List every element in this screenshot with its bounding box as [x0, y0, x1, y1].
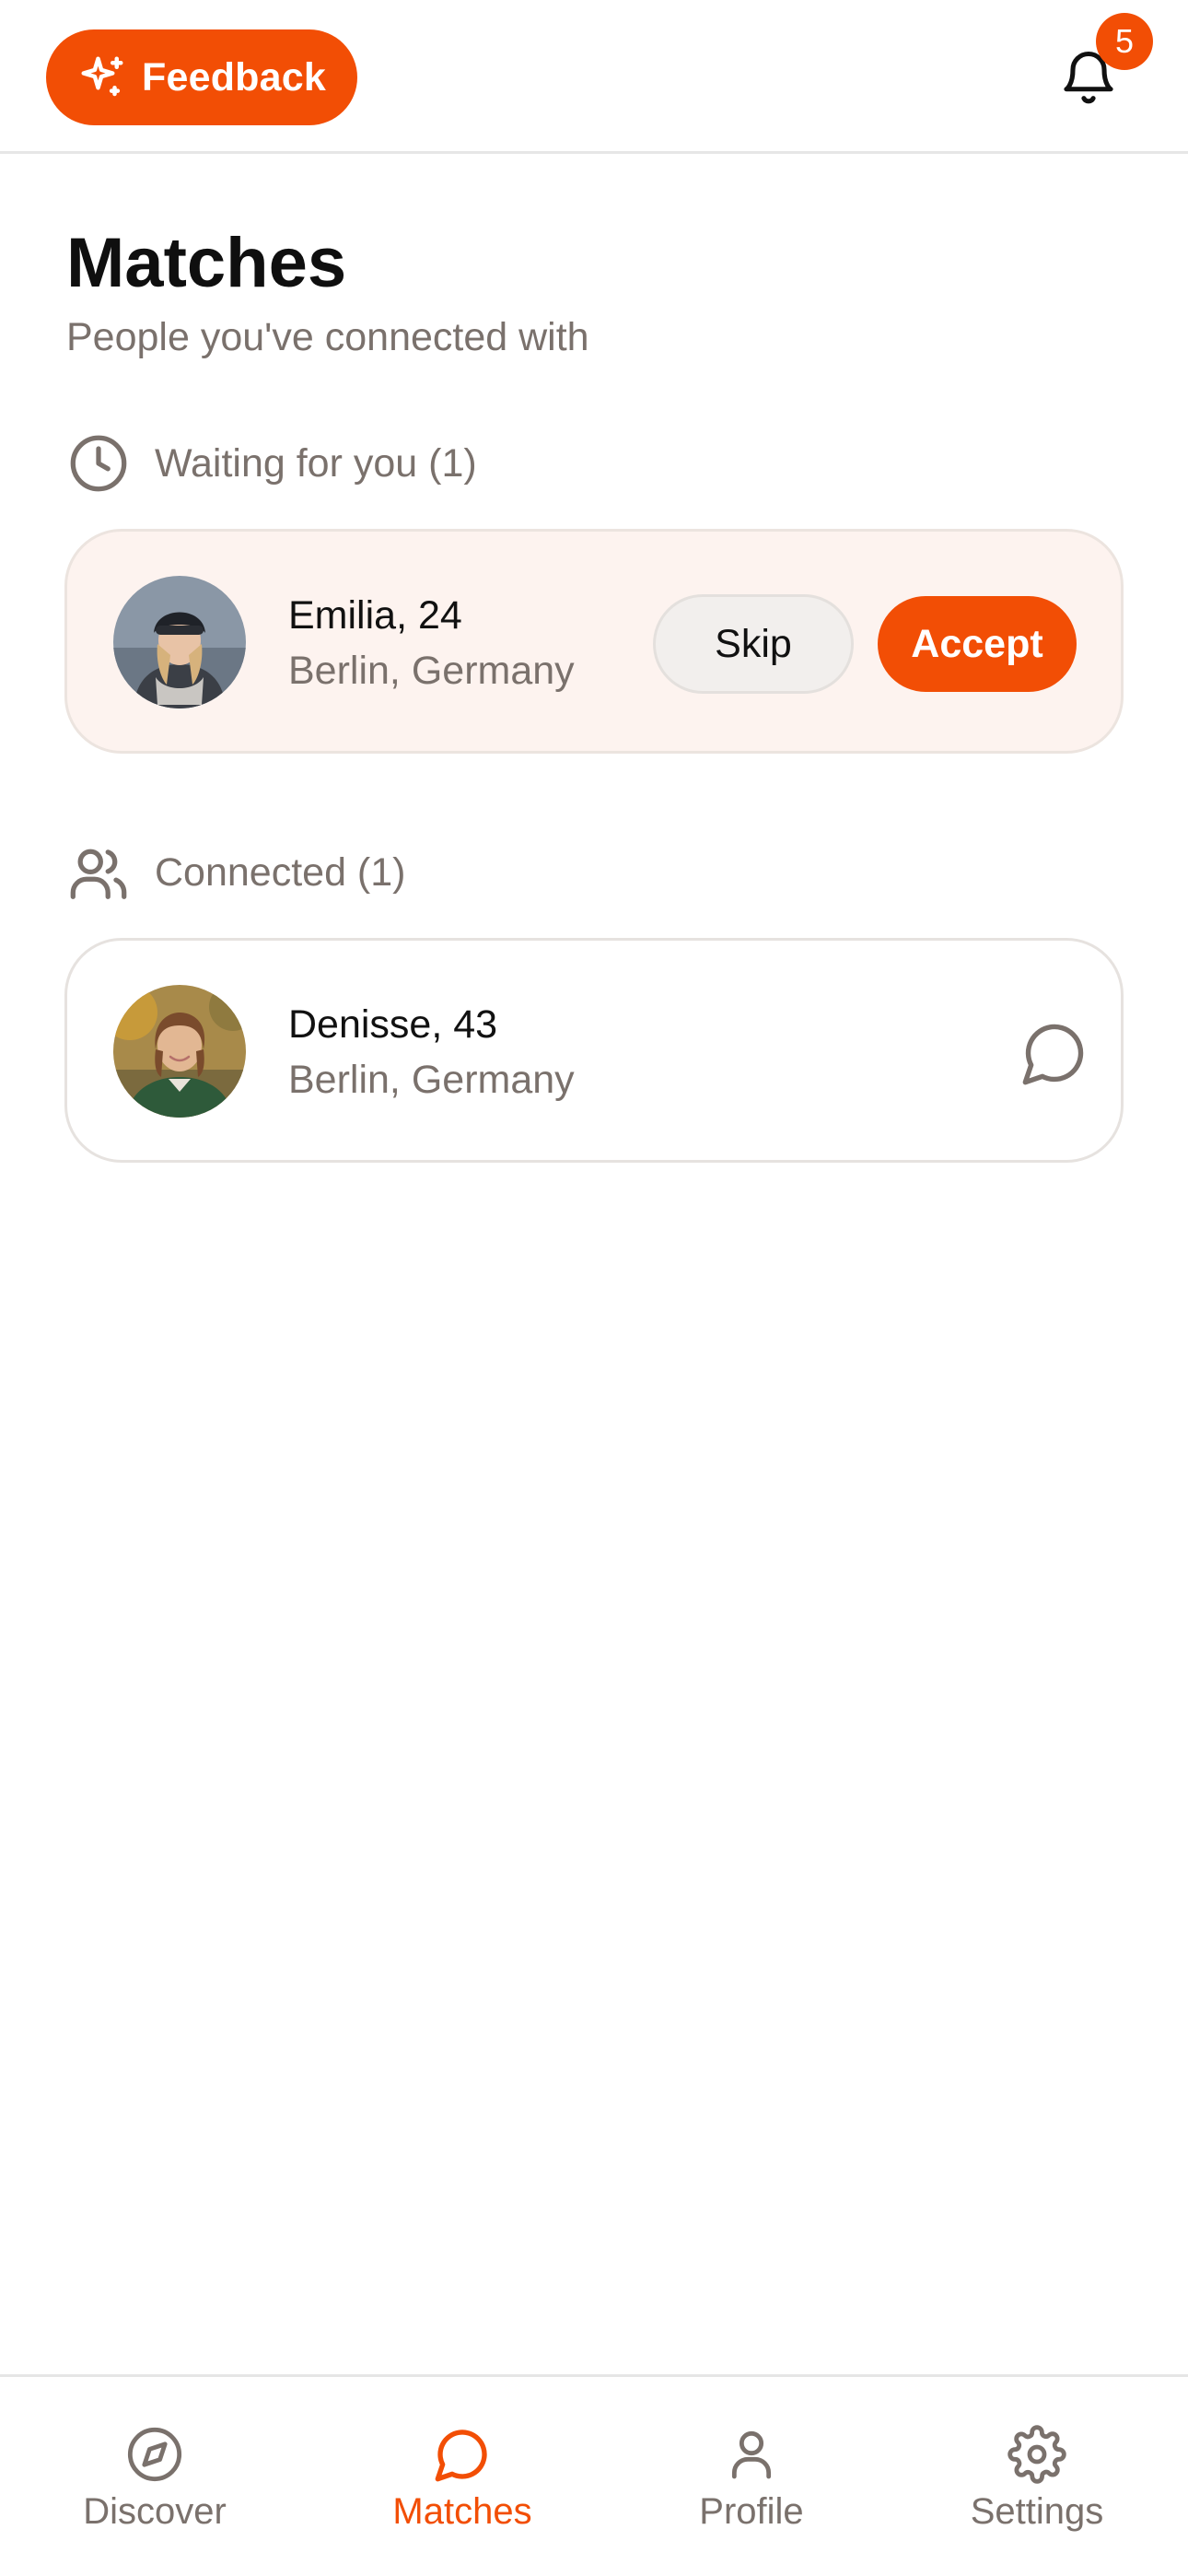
match-name: Denisse, 43 [288, 1002, 498, 1047]
nav-settings-label: Settings [970, 2491, 1104, 2532]
waiting-section-title: Waiting for you (1) [155, 440, 477, 486]
top-bar: Feedback 5 [0, 0, 1188, 154]
nav-matches[interactable]: Matches [315, 2377, 610, 2576]
match-name: Emilia, 24 [288, 593, 462, 638]
nav-matches-label: Matches [392, 2491, 532, 2532]
feedback-button[interactable]: Feedback [46, 29, 357, 125]
connected-section-title: Connected (1) [155, 849, 406, 895]
page-subtitle: People you've connected with [66, 315, 589, 359]
connected-match-card[interactable]: Denisse, 43 Berlin, Germany [64, 938, 1124, 1163]
bottom-navigation: Discover Matches Profile Settings [0, 2374, 1188, 2576]
compass-icon [125, 2425, 184, 2484]
feedback-label: Feedback [142, 54, 326, 100]
nav-profile-label: Profile [699, 2491, 804, 2532]
gear-icon [1007, 2425, 1066, 2484]
chat-bubble-icon [1022, 1024, 1084, 1085]
message-button[interactable] [1019, 1018, 1089, 1088]
nav-discover[interactable]: Discover [7, 2377, 302, 2576]
matches-screen: Feedback 5 Matches People you've connect… [0, 0, 1188, 2576]
sparkles-icon [77, 53, 127, 102]
pending-match-card[interactable]: Emilia, 24 Berlin, Germany Skip Accept [64, 529, 1124, 754]
nav-discover-label: Discover [83, 2491, 227, 2532]
accept-button[interactable]: Accept [878, 596, 1077, 692]
match-location: Berlin, Germany [288, 1058, 575, 1102]
clock-icon [66, 431, 131, 496]
users-icon [66, 840, 131, 905]
avatar[interactable] [113, 985, 246, 1118]
nav-settings[interactable]: Settings [890, 2377, 1184, 2576]
page-title: Matches [66, 224, 347, 302]
match-location: Berlin, Germany [288, 649, 575, 693]
waiting-section-header: Waiting for you (1) [66, 431, 477, 496]
connected-section-header: Connected (1) [66, 840, 406, 905]
notification-count-badge: 5 [1096, 13, 1153, 70]
avatar[interactable] [113, 576, 246, 708]
person-icon [722, 2425, 781, 2484]
nav-profile[interactable]: Profile [604, 2377, 899, 2576]
skip-button[interactable]: Skip [653, 594, 854, 694]
chat-bubble-icon [433, 2425, 492, 2484]
